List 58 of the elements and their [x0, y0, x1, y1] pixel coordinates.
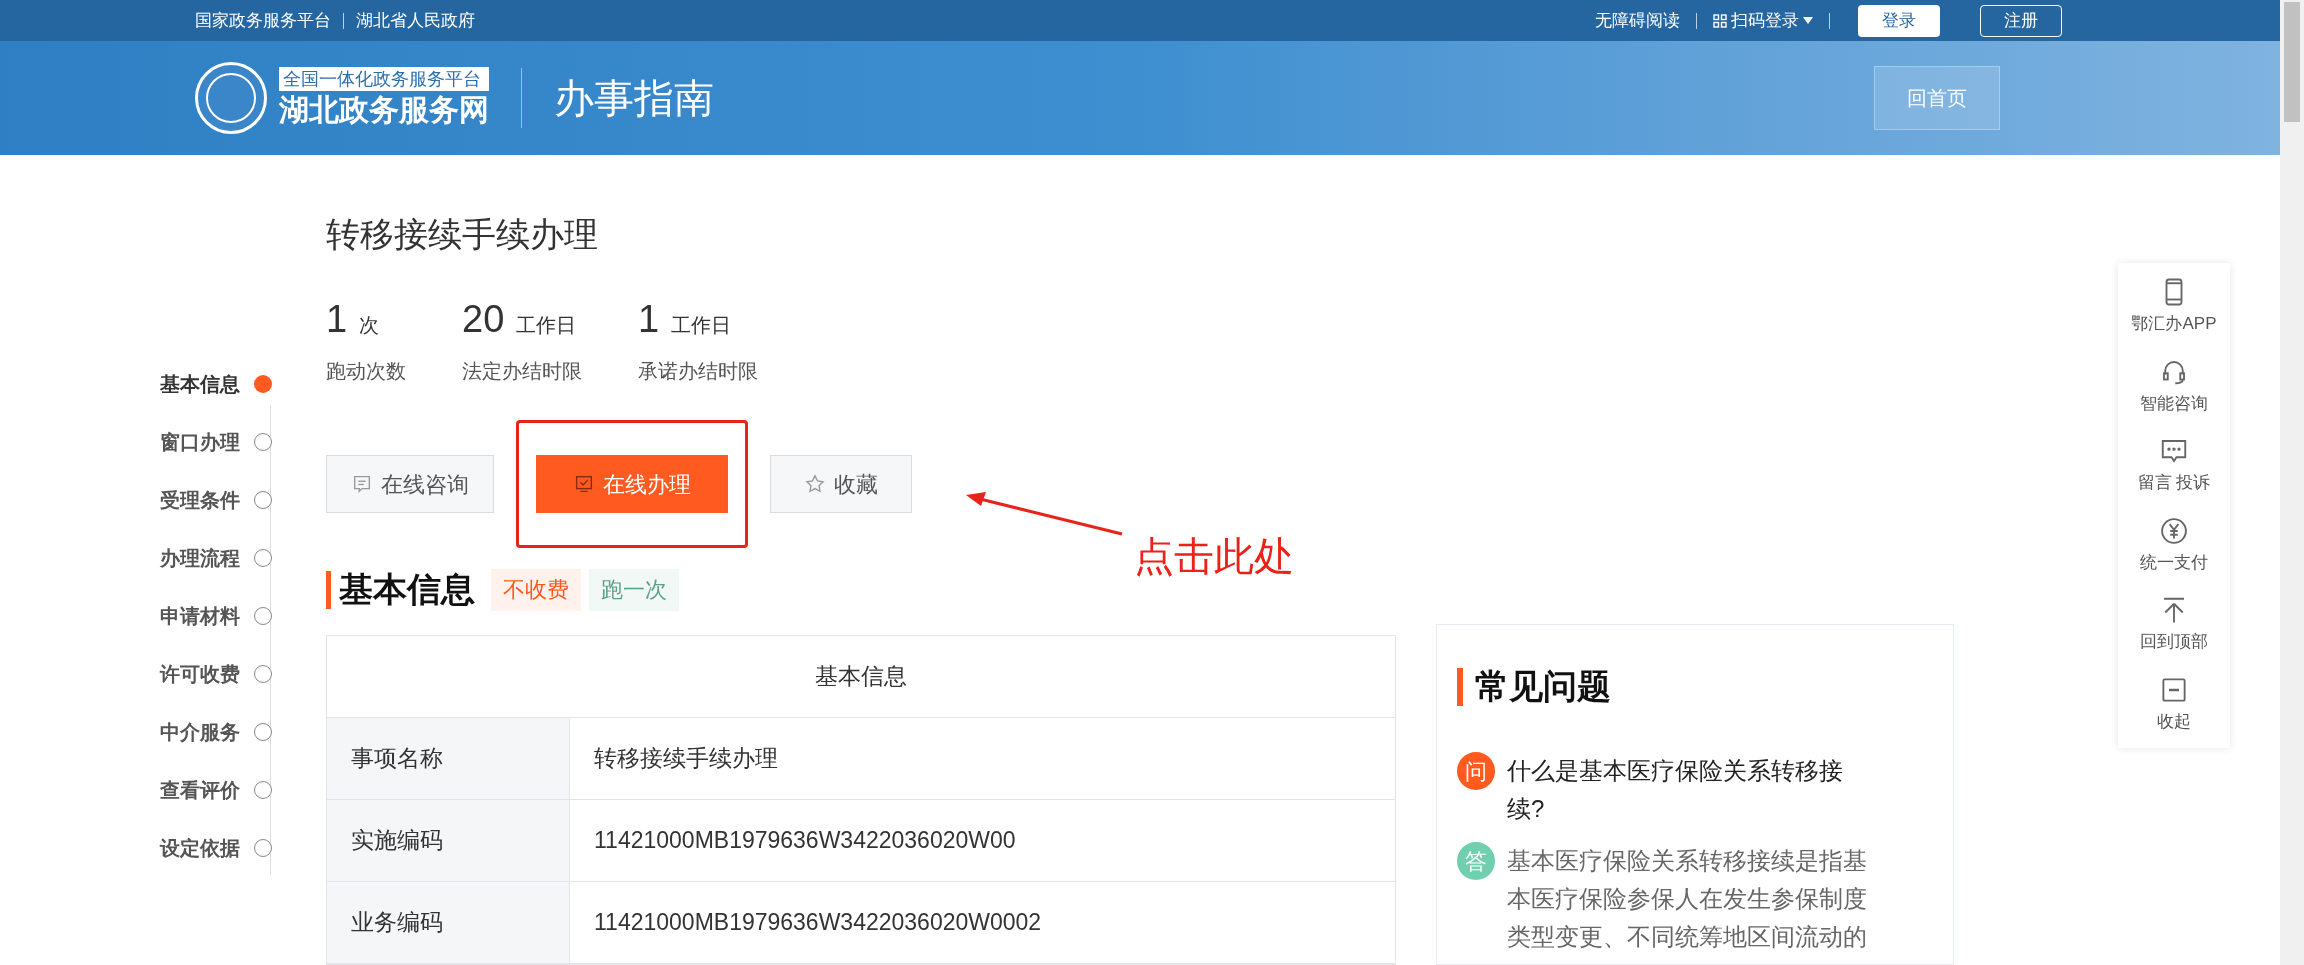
tag: 跑一次	[589, 568, 679, 611]
stat-value: 1	[638, 297, 660, 342]
question-mark-icon: 问	[1457, 752, 1495, 790]
table-label-cell: 事项名称	[327, 718, 570, 799]
side-nav-item[interactable]: 窗口办理	[160, 413, 326, 471]
yen-icon	[2159, 515, 2189, 546]
float-toolbar-item[interactable]: 智能咨询	[2140, 356, 2208, 416]
side-nav-item[interactable]: 申请材料	[160, 587, 326, 645]
stat-unit: 次	[359, 313, 380, 338]
float-toolbar-item[interactable]: 统一支付	[2140, 515, 2208, 575]
side-nav-item[interactable]: 设定依据	[160, 819, 326, 877]
section-title: 基本信息	[339, 569, 475, 610]
stat-value: 20	[462, 297, 505, 342]
table-label-cell: 实施编码	[327, 800, 570, 881]
qr-code-icon	[1713, 13, 1727, 28]
logo-badge: 全国一体化政务服务平台	[279, 67, 489, 92]
float-toolbar-item[interactable]: 回到顶部	[2140, 595, 2208, 655]
faq-question: 什么是基本医疗保险关系转移接续?	[1507, 756, 1844, 824]
table-value-cell-text: 11421000MB1979636W3422036020W0002	[593, 908, 1043, 938]
logo-name: 湖北政务服务网	[279, 92, 489, 129]
side-nav-item[interactable]: 中介服务	[160, 703, 326, 761]
annotation-text: 点击此处	[1134, 533, 1294, 580]
page-title: 办事指南	[554, 75, 714, 123]
side-nav-item[interactable]: 许可收费	[160, 645, 326, 703]
float-toolbar-item[interactable]: 鄂汇办APP	[2131, 277, 2217, 337]
stat-label: 法定办结时限	[462, 359, 582, 384]
service-title: 转移接续手续办理	[326, 214, 599, 255]
table-value-cell-text: 转移接续手续办理	[593, 744, 779, 774]
table-label-cell: 业务编码	[327, 882, 570, 963]
checkbox-screen-icon	[573, 473, 595, 495]
side-nav-item[interactable]: 基本信息	[160, 355, 326, 413]
scan-login-link[interactable]: 扫码登录	[1713, 7, 1813, 34]
faq-title: 常见问题	[1475, 666, 1611, 707]
side-nav-item[interactable]: 受理条件	[160, 471, 326, 529]
action-button[interactable]: 收藏	[770, 455, 912, 513]
float-toolbar-item[interactable]: 收起	[2157, 674, 2191, 734]
stat-label: 承诺办结时限	[638, 359, 758, 384]
star-icon	[804, 473, 826, 495]
side-nav-item[interactable]: 查看评价	[160, 761, 326, 819]
caret-icon	[1803, 17, 1813, 25]
stat-unit: 工作日	[671, 313, 732, 338]
faq-answer: 基本医疗保险关系转移接续是指基本医疗保险参保人在发生参保制度类型变更、不同统筹地区间流动的	[1507, 846, 1868, 952]
register-button[interactable]: 注册	[1980, 4, 2062, 37]
accessibility-link[interactable]: 无障碍阅读	[1595, 7, 1680, 34]
float-toolbar-item[interactable]: 留言 投诉	[2137, 436, 2211, 496]
stat-unit: 工作日	[516, 313, 577, 338]
login-button[interactable]: 登录	[1858, 4, 1940, 37]
tag: 不收费	[491, 568, 581, 611]
table-value-cell-text: 11421000MB1979636W3422036020W00	[593, 826, 1017, 856]
chat-icon	[351, 473, 373, 495]
stat-label: 跑动次数	[326, 359, 406, 384]
stat-value: 1	[326, 297, 348, 342]
answer-mark-icon: 答	[1457, 842, 1495, 880]
top-link[interactable]: 国家政务服务平台	[195, 7, 331, 34]
action-button[interactable]: 在线咨询	[326, 455, 494, 513]
top-link[interactable]: 湖北省人民政府	[356, 7, 475, 34]
side-nav-item[interactable]: 办理流程	[160, 529, 326, 587]
scan-login-text: 扫码登录	[1731, 9, 1799, 32]
